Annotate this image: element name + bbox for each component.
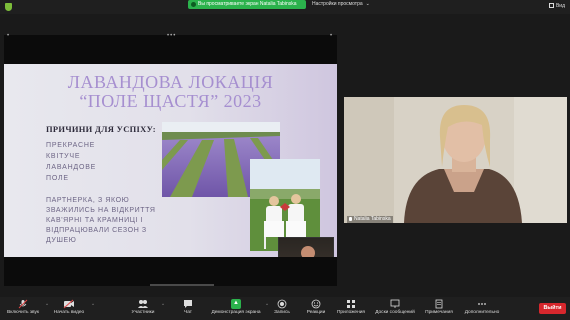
share-screen-label: Демонстрация экрана: [211, 310, 261, 315]
chevron-up-icon[interactable]: ^: [92, 302, 94, 307]
participants-label: Участники: [131, 310, 155, 315]
slide-title-line1: ЛАВАНДОВА ЛОКАЦІЯ: [67, 72, 274, 92]
view-button[interactable]: Вид: [548, 3, 565, 9]
slide-title-line2: “ПОЛЕ ЩАСТЯ” 2023: [79, 91, 262, 111]
notes-label: Примечания: [425, 310, 453, 315]
reason-item: ПРЕКРАСНЕ: [46, 142, 96, 149]
reactions-button[interactable]: Реакции: [304, 299, 328, 316]
whiteboard-icon: [390, 299, 400, 308]
more-dots-icon[interactable]: •••: [167, 33, 176, 39]
screen-share-status[interactable]: Вы просматриваете экран Natalia Tabinska: [188, 0, 306, 9]
speaker-video[interactable]: [344, 97, 567, 223]
chevron-down-icon: ⌄: [365, 1, 370, 7]
reasons-list: ПРЕКРАСНЕ КВІТУЧЕ ЛАВАНДОВЕ ПОЛЕ: [46, 140, 96, 184]
chat-button[interactable]: Чат: [180, 299, 196, 316]
reactions-label: Реакции: [306, 310, 326, 315]
meeting-toolbar: Включить звук ^ Начать видео ^ 36 Участн…: [0, 297, 570, 320]
screen-scroll-indicator: [150, 284, 214, 286]
top-bar: Вы просматриваете экран Natalia Tabinska…: [0, 0, 570, 14]
record-label: Запись: [274, 310, 290, 315]
share-screen-button[interactable]: Демонстрация экрана ^: [210, 299, 268, 316]
whiteboards-button[interactable]: Доски сообщений: [374, 299, 416, 316]
zoom-window: Вы просматриваете экран Natalia Tabinska…: [0, 0, 570, 320]
unmute-audio-button[interactable]: Включить звук ^: [4, 299, 48, 316]
notes-icon: [435, 299, 443, 309]
reason-item: КВІТУЧЕ: [46, 153, 81, 160]
more-label: Дополнительно: [464, 310, 500, 315]
notes-button[interactable]: Примечания: [424, 299, 454, 316]
record-icon: [277, 299, 287, 309]
speaker-name-text: Natalia Tabinska: [354, 216, 391, 222]
speaker-name-label: Natalia Tabinska: [347, 216, 393, 223]
more-button[interactable]: Дополнительно: [462, 299, 502, 316]
apps-icon: [347, 300, 355, 308]
presentation-slide: ЛАВАНДОВА ЛОКАЦІЯ “ПОЛЕ ЩАСТЯ” 2023 ПРИЧ…: [4, 64, 337, 257]
video-off-icon: [63, 299, 74, 309]
grid-icon: [548, 3, 554, 9]
video-label: Начать видео: [53, 310, 85, 315]
view-options-label: Настройки просмотра: [312, 1, 363, 7]
more-dots-icon: [478, 303, 486, 305]
chat-icon: [184, 300, 192, 308]
chevron-up-icon[interactable]: ^: [46, 302, 48, 307]
frame-corner-icon: •: [7, 33, 10, 39]
participant-thumbnail-video[interactable]: [278, 237, 334, 257]
reason-item: ЛАВАНДОВЕ: [46, 164, 97, 171]
apps-button[interactable]: Приложения: [336, 299, 366, 316]
security-shield-icon[interactable]: [5, 3, 12, 11]
chevron-up-icon[interactable]: ^: [162, 302, 164, 307]
share-status-icon: [191, 2, 196, 7]
chat-label: Чат: [184, 310, 192, 315]
microphone-icon: [349, 216, 352, 221]
reason-item: ПОЛЕ: [46, 175, 69, 182]
microphone-muted-icon: [18, 299, 28, 309]
share-status-label: Вы просматриваете экран Natalia Tabinska: [198, 1, 297, 7]
participants-count: 36: [142, 299, 147, 304]
record-button[interactable]: Запись: [272, 299, 292, 316]
start-video-button[interactable]: Начать видео ^: [50, 299, 94, 316]
participants-button[interactable]: 36 Участники ^: [128, 299, 164, 316]
reasons-heading: ПРИЧИНИ ДЛЯ УСПІХУ:: [46, 124, 156, 134]
reactions-icon: [311, 299, 321, 309]
chevron-up-icon[interactable]: ^: [266, 302, 268, 307]
frame-corner-icon: •: [330, 33, 333, 39]
participant-head: [301, 246, 315, 257]
share-screen-icon: [231, 299, 241, 309]
audio-label: Включить звук: [7, 310, 39, 315]
apps-label: Приложения: [336, 310, 366, 315]
partner-text: ПАРТНЕРКА, З ЯКОЮ ЗВАЖИЛИСЬ НА ВІДКРИТТЯ…: [46, 197, 156, 244]
whiteboards-label: Доски сообщений: [375, 310, 415, 315]
leave-meeting-button[interactable]: Выйти: [539, 303, 566, 314]
view-label: Вид: [555, 3, 565, 9]
view-options-menu[interactable]: Настройки просмотра ⌄: [312, 0, 370, 9]
